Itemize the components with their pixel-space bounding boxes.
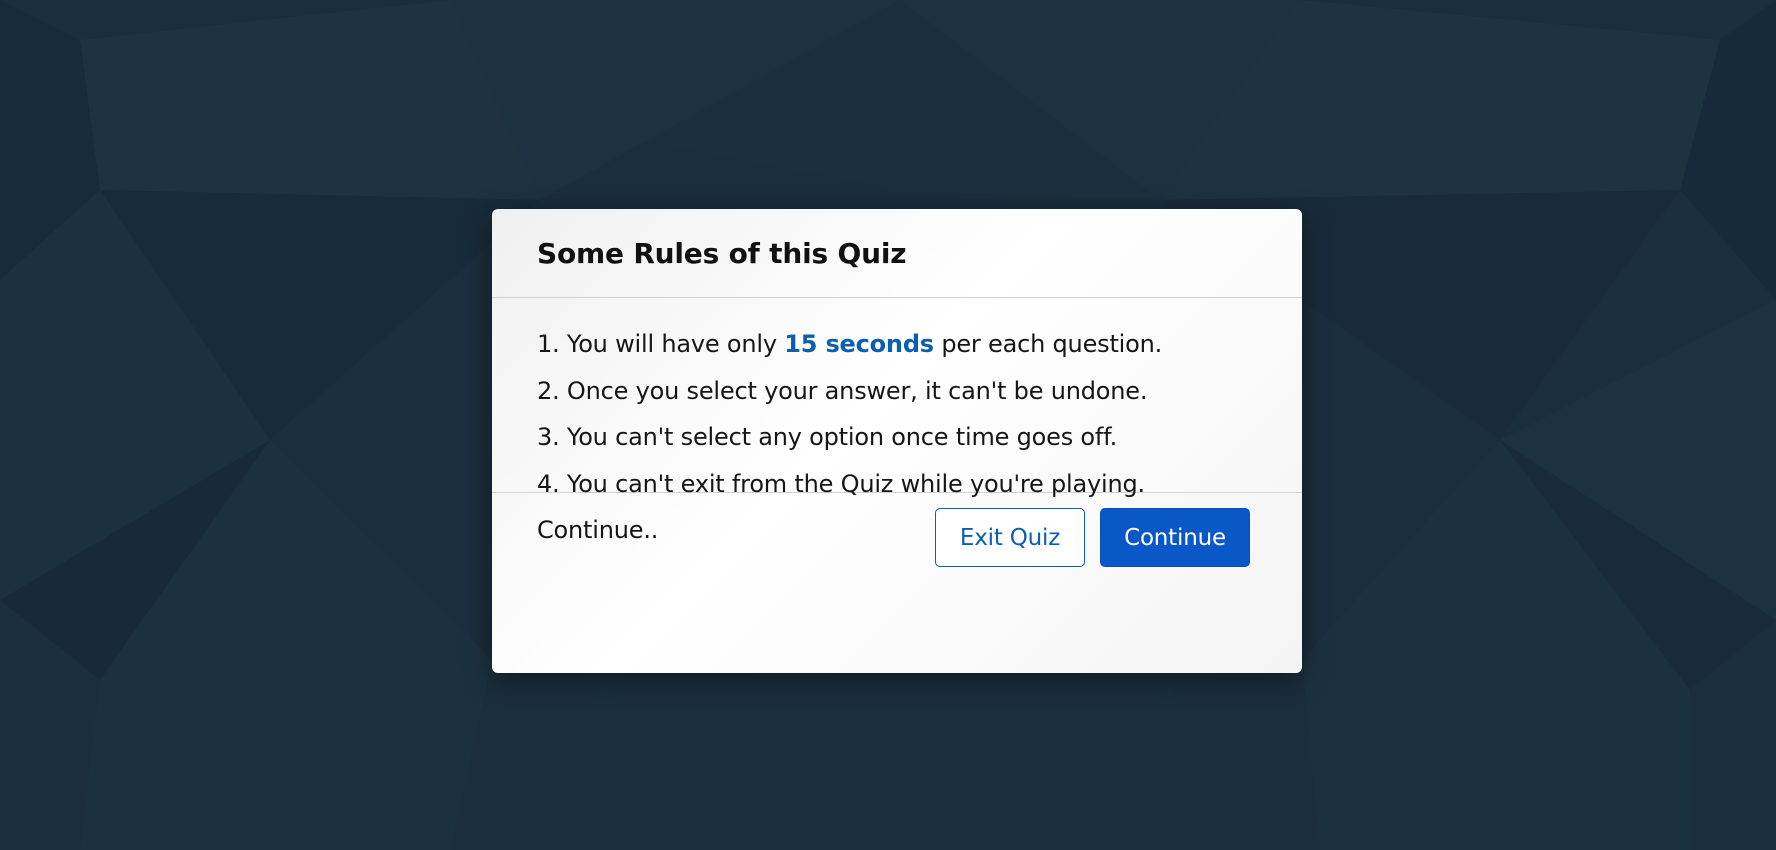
dialog-title: Some Rules of this Quiz bbox=[537, 236, 907, 270]
rule-3: 3. You can't select any option once time… bbox=[537, 423, 1118, 451]
rule-1-suffix: per each question. bbox=[933, 330, 1163, 358]
exit-quiz-button[interactable]: Exit Quiz bbox=[935, 508, 1085, 567]
quiz-rules-dialog: Some Rules of this Quiz 1. You will have… bbox=[492, 209, 1302, 673]
dialog-body: 1. You will have only 15 seconds per eac… bbox=[492, 298, 1302, 544]
rule-2: 2. Once you select your answer, it can't… bbox=[537, 376, 1148, 405]
dialog-header: Some Rules of this Quiz bbox=[492, 209, 1302, 298]
dialog-footer: Exit Quiz Continue bbox=[492, 493, 1302, 672]
rule-1-prefix: 1. You will have only bbox=[537, 330, 785, 358]
time-limit-highlight: 15 seconds bbox=[784, 330, 934, 358]
continue-button[interactable]: Continue bbox=[1100, 508, 1250, 567]
rule-1: 1. You will have only 15 seconds per eac… bbox=[537, 321, 1302, 368]
